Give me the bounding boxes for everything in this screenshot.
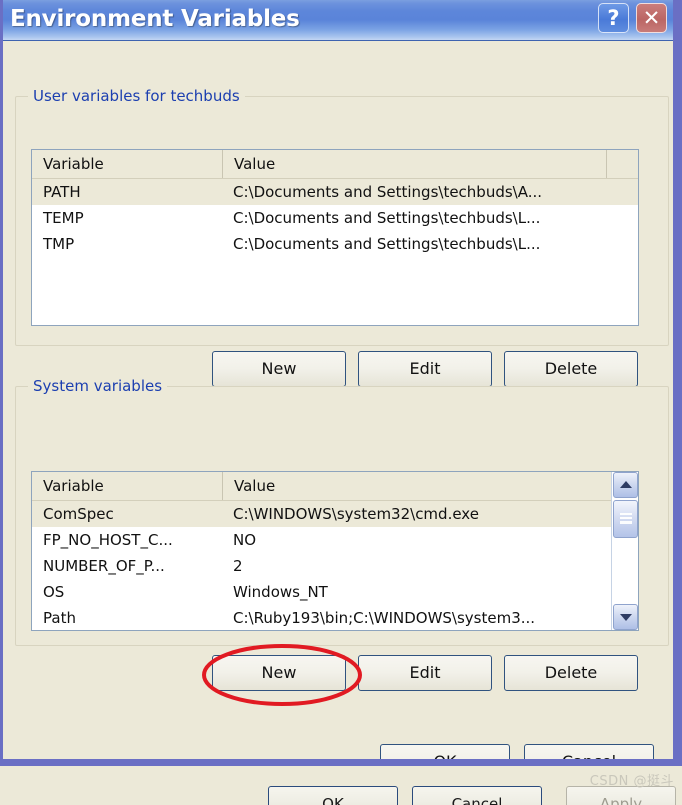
table-row[interactable]: PATH C:\Documents and Settings\techbuds\… (32, 179, 638, 205)
system-row-variable: Path (43, 609, 76, 627)
table-row[interactable]: NUMBER_OF_P... 2 (32, 553, 638, 579)
system-row-variable: NUMBER_OF_P... (43, 557, 165, 575)
user-row-variable: TMP (43, 235, 75, 253)
user-row-variable: PATH (43, 183, 81, 201)
system-list-header: Variable Value (32, 472, 638, 501)
system-variables-group-label: System variables (28, 377, 168, 395)
user-column-variable[interactable]: Variable (32, 150, 222, 178)
scrollbar-thumb[interactable] (613, 500, 638, 538)
system-row-value: Windows_NT (233, 583, 328, 601)
dialog-titlebar[interactable]: Environment Variables ? ✕ (3, 0, 673, 41)
system-row-value: 2 (233, 557, 243, 575)
user-list-header: Variable Value (32, 150, 638, 179)
table-row[interactable]: OS Windows_NT (32, 579, 638, 605)
system-row-variable: FP_NO_HOST_C... (43, 531, 173, 549)
user-edit-button[interactable]: Edit (358, 351, 492, 387)
user-variables-list[interactable]: Variable Value PATH C:\Documents and Set… (31, 149, 639, 326)
close-icon[interactable]: ✕ (636, 3, 667, 33)
user-row-value: C:\Documents and Settings\techbuds\L... (233, 209, 541, 227)
user-column-value[interactable]: Value (222, 150, 606, 178)
background-ok-button[interactable]: OK (268, 786, 398, 805)
system-column-value[interactable]: Value (222, 472, 638, 500)
system-list-rows: ComSpec C:\WINDOWS\system32\cmd.exe FP_N… (32, 501, 638, 630)
user-row-value: C:\Documents and Settings\techbuds\A... (233, 183, 543, 201)
system-list-scrollbar[interactable] (611, 472, 638, 630)
table-row[interactable]: TMP C:\Documents and Settings\techbuds\L… (32, 231, 638, 257)
system-column-variable[interactable]: Variable (32, 472, 222, 500)
screen: OK Cancel Apply CSDN @挺斗 Environment Var… (0, 0, 682, 805)
user-variables-group-label: User variables for techbuds (28, 87, 245, 105)
scroll-up-icon[interactable] (613, 472, 638, 498)
watermark: CSDN @挺斗 (589, 774, 674, 789)
ok-button[interactable]: OK (380, 744, 510, 759)
dialog-body: User variables for techbuds Variable Val… (3, 41, 673, 759)
system-row-variable: OS (43, 583, 65, 601)
system-new-button[interactable]: New (212, 655, 346, 691)
help-icon[interactable]: ? (598, 3, 629, 33)
system-variables-list[interactable]: Variable Value ComSpec C:\WINDOWS\system… (31, 471, 639, 631)
dialog-title: Environment Variables (10, 6, 300, 32)
system-edit-button[interactable]: Edit (358, 655, 492, 691)
user-list-rows: PATH C:\Documents and Settings\techbuds\… (32, 179, 638, 257)
table-row[interactable]: Path C:\Ruby193\bin;C:\WINDOWS\system3..… (32, 605, 638, 630)
table-row[interactable]: TEMP C:\Documents and Settings\techbuds\… (32, 205, 638, 231)
system-row-variable: ComSpec (43, 505, 114, 523)
table-row[interactable]: FP_NO_HOST_C... NO (32, 527, 638, 553)
scroll-down-icon[interactable] (613, 604, 638, 630)
cancel-button[interactable]: Cancel (524, 744, 654, 759)
user-row-variable: TEMP (43, 209, 84, 227)
user-delete-button[interactable]: Delete (504, 351, 638, 387)
user-column-spacer (606, 150, 638, 178)
system-row-value: C:\Ruby193\bin;C:\WINDOWS\system3... (233, 609, 536, 627)
user-new-button[interactable]: New (212, 351, 346, 387)
system-row-value: NO (233, 531, 257, 549)
system-delete-button[interactable]: Delete (504, 655, 638, 691)
environment-variables-dialog: Environment Variables ? ✕ User variables… (0, 0, 682, 766)
user-row-value: C:\Documents and Settings\techbuds\L... (233, 235, 541, 253)
table-row[interactable]: ComSpec C:\WINDOWS\system32\cmd.exe (32, 501, 638, 527)
background-cancel-button[interactable]: Cancel (412, 786, 542, 805)
system-row-value: C:\WINDOWS\system32\cmd.exe (233, 505, 479, 523)
